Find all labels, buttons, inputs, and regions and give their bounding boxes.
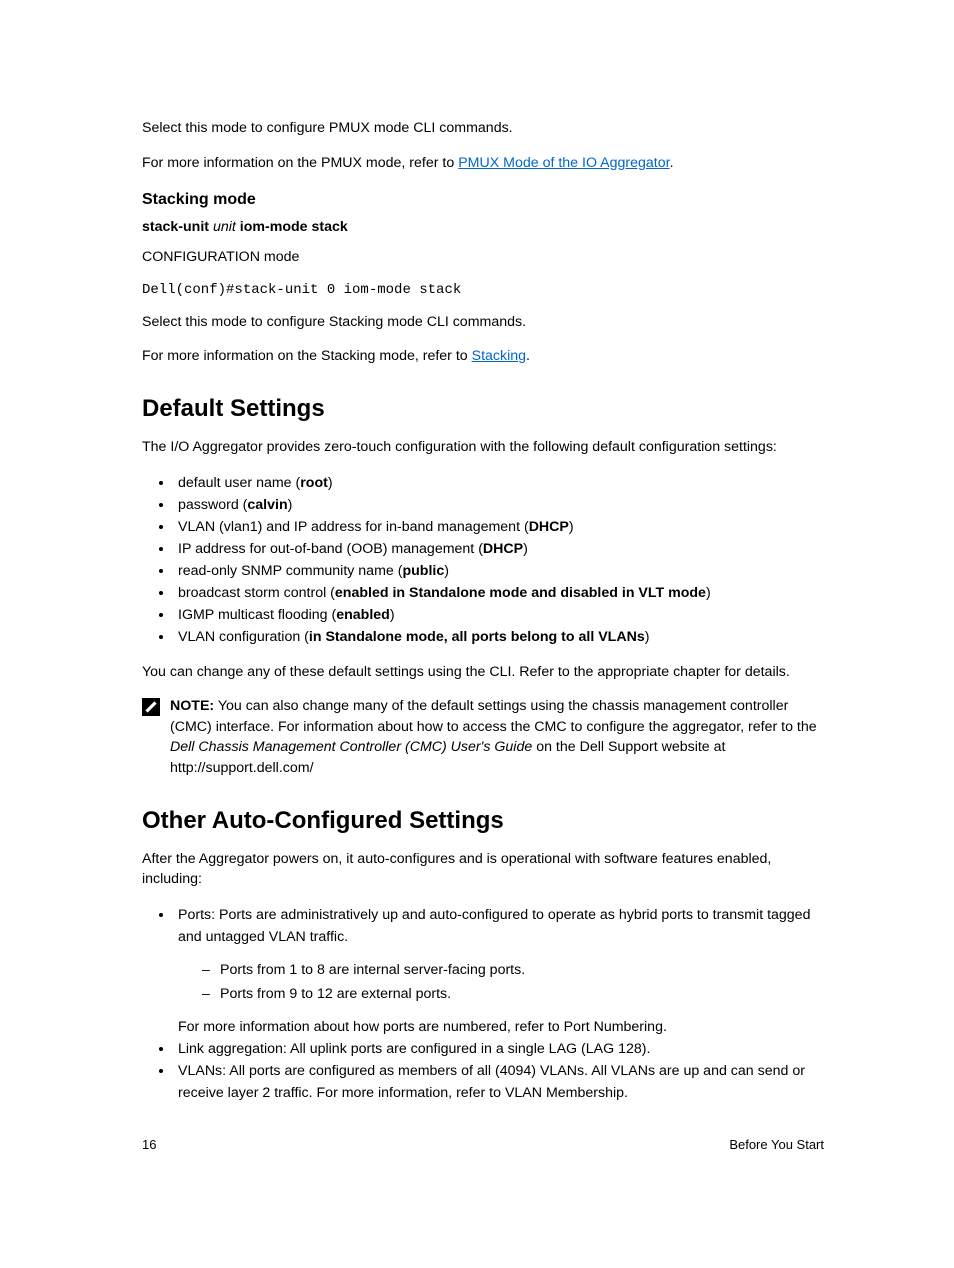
text: For more information on the Stacking mod… <box>142 348 472 364</box>
text: For more information on the PMUX mode, r… <box>142 155 458 171</box>
sub-list: Ports from 1 to 8 are internal server-fa… <box>178 958 824 1006</box>
footer-title: Before You Start <box>729 1137 824 1152</box>
list-item: broadcast storm control (enabled in Stan… <box>174 582 824 604</box>
text: . <box>526 348 530 364</box>
stacking-code: Dell(conf)#stack-unit 0 iom-mode stack <box>142 282 824 298</box>
li1-after: For more information about how ports are… <box>178 1016 824 1038</box>
sub-item: Ports from 9 to 12 are external ports. <box>202 982 824 1006</box>
cmd-pre: stack-unit <box>142 219 213 235</box>
li1-text: Ports: Ports are administratively up and… <box>178 907 810 945</box>
list-item: Ports: Ports are administratively up and… <box>174 904 824 1038</box>
stacking-command: stack-unit unit iom-mode stack <box>142 219 824 235</box>
list-item: VLANs: All ports are configured as membe… <box>174 1060 824 1104</box>
list-item: IP address for out-of-band (OOB) managem… <box>174 538 824 560</box>
note-ital: Dell Chassis Management Controller (CMC)… <box>170 739 532 755</box>
sub-item: Ports from 1 to 8 are internal server-fa… <box>202 958 824 982</box>
defaults-intro: The I/O Aggregator provides zero-touch c… <box>142 437 824 458</box>
cmd-post: iom-mode stack <box>236 219 348 235</box>
other-list: Ports: Ports are administratively up and… <box>142 904 824 1104</box>
note-text: NOTE: You can also change many of the de… <box>170 696 824 778</box>
note-block: NOTE: You can also change many of the de… <box>142 696 824 778</box>
default-settings-heading: Default Settings <box>142 395 824 423</box>
defaults-list: default user name (root) password (calvi… <box>142 472 824 648</box>
list-item: IGMP multicast flooding (enabled) <box>174 604 824 626</box>
cmd-ital: unit <box>213 219 236 235</box>
other-intro: After the Aggregator powers on, it auto-… <box>142 849 824 890</box>
stacking-para-1: Select this mode to configure Stacking m… <box>142 312 824 333</box>
list-item: VLAN configuration (in Standalone mode, … <box>174 626 824 648</box>
stacking-para-2: For more information on the Stacking mod… <box>142 346 824 367</box>
list-item: default user name (root) <box>174 472 824 494</box>
stacking-mode-label: CONFIGURATION mode <box>142 247 824 268</box>
text: . <box>670 155 674 171</box>
intro-para-2: For more information on the PMUX mode, r… <box>142 153 824 174</box>
pmux-link[interactable]: PMUX Mode of the IO Aggregator <box>458 155 669 171</box>
note-body-1: You can also change many of the default … <box>170 698 817 735</box>
defaults-after: You can change any of these default sett… <box>142 662 824 683</box>
stacking-link[interactable]: Stacking <box>472 348 526 364</box>
intro-para-1: Select this mode to configure PMUX mode … <box>142 118 824 139</box>
note-icon <box>142 696 170 778</box>
page-content: Select this mode to configure PMUX mode … <box>0 0 954 1104</box>
other-settings-heading: Other Auto-Configured Settings <box>142 807 824 835</box>
list-item: password (calvin) <box>174 494 824 516</box>
list-item: read-only SNMP community name (public) <box>174 560 824 582</box>
list-item: VLAN (vlan1) and IP address for in-band … <box>174 516 824 538</box>
stacking-mode-heading: Stacking mode <box>142 191 824 209</box>
list-item: Link aggregation: All uplink ports are c… <box>174 1038 824 1060</box>
note-label: NOTE: <box>170 698 214 714</box>
page-footer: 16 Before You Start <box>142 1137 824 1152</box>
page-number: 16 <box>142 1137 156 1152</box>
